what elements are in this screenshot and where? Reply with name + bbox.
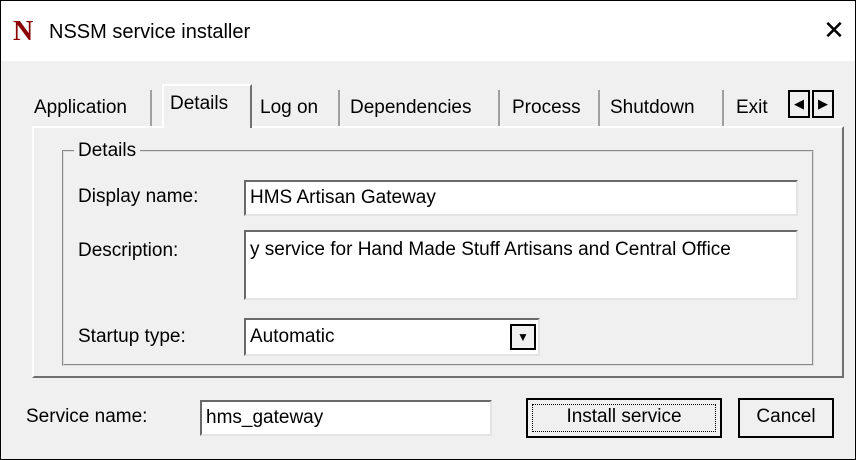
- tab-scroll-right-button[interactable]: ▶: [812, 90, 834, 118]
- chevron-down-icon[interactable]: ▼: [510, 324, 536, 350]
- focus-indicator: [532, 404, 716, 432]
- window-title: NSSM service installer: [49, 21, 251, 43]
- startup-type-value: Automatic: [250, 326, 335, 347]
- install-service-button[interactable]: Install service: [526, 398, 722, 438]
- tab-scroll-left-button[interactable]: ◀: [788, 90, 810, 118]
- close-icon[interactable]: ✕: [819, 15, 849, 45]
- tab-process[interactable]: Process: [506, 90, 600, 126]
- nssm-app-icon: N: [13, 16, 34, 47]
- display-name-field[interactable]: HMS Artisan Gateway: [244, 180, 798, 216]
- cancel-button[interactable]: Cancel: [738, 398, 834, 438]
- tab-shutdown[interactable]: Shutdown: [604, 90, 724, 126]
- display-name-label: Display name:: [78, 186, 199, 207]
- description-field[interactable]: y service for Hand Made Stuff Artisans a…: [244, 230, 798, 300]
- tab-log-on[interactable]: Log on: [254, 90, 340, 126]
- service-name-field[interactable]: hms_gateway: [200, 400, 492, 436]
- cancel-label: Cancel: [756, 406, 816, 427]
- startup-type-label: Startup type:: [78, 326, 186, 347]
- tab-exit[interactable]: Exit: [730, 90, 790, 126]
- tab-details[interactable]: Details: [162, 84, 252, 128]
- description-label: Description:: [78, 240, 179, 261]
- tab-application[interactable]: Application: [28, 90, 152, 126]
- title-bar: N NSSM service installer ✕: [1, 1, 855, 61]
- details-group-label: Details: [74, 140, 141, 162]
- tab-dependencies[interactable]: Dependencies: [344, 90, 500, 126]
- service-name-label: Service name:: [26, 406, 148, 427]
- startup-type-select[interactable]: Automatic: [244, 318, 540, 356]
